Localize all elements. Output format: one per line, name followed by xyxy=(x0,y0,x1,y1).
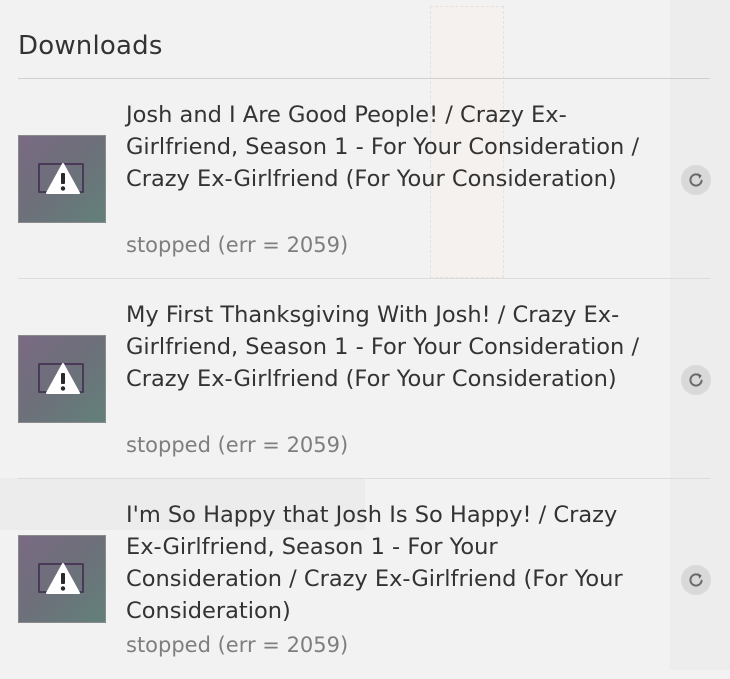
download-thumbnail xyxy=(18,335,106,423)
warning-icon xyxy=(46,363,80,394)
retry-icon xyxy=(689,173,703,187)
download-item[interactable]: My First Thanksgiving With Josh! / Crazy… xyxy=(18,279,711,479)
retry-icon xyxy=(689,573,703,587)
download-status: stopped (err = 2059) xyxy=(126,633,349,657)
warning-icon xyxy=(46,563,80,594)
panel-title: Downloads xyxy=(18,31,163,61)
download-thumbnail xyxy=(18,535,106,623)
warning-icon xyxy=(46,163,80,194)
download-title: Josh and I Are Good People! / Crazy Ex-G… xyxy=(126,102,640,192)
download-title: I'm So Happy that Josh Is So Happy! / Cr… xyxy=(126,502,623,624)
retry-icon xyxy=(689,373,703,387)
download-thumbnail xyxy=(18,135,106,223)
retry-button[interactable] xyxy=(681,165,711,195)
download-title: My First Thanksgiving With Josh! / Crazy… xyxy=(126,302,640,392)
download-status: stopped (err = 2059) xyxy=(126,433,349,457)
retry-button[interactable] xyxy=(681,365,711,395)
retry-button[interactable] xyxy=(681,565,711,595)
download-status: stopped (err = 2059) xyxy=(126,233,349,257)
download-item[interactable]: Josh and I Are Good People! / Crazy Ex-G… xyxy=(18,79,711,279)
download-item[interactable]: I'm So Happy that Josh Is So Happy! / Cr… xyxy=(18,479,711,679)
downloads-panel: Downloads Josh and I Are Good People! / … xyxy=(0,0,730,670)
